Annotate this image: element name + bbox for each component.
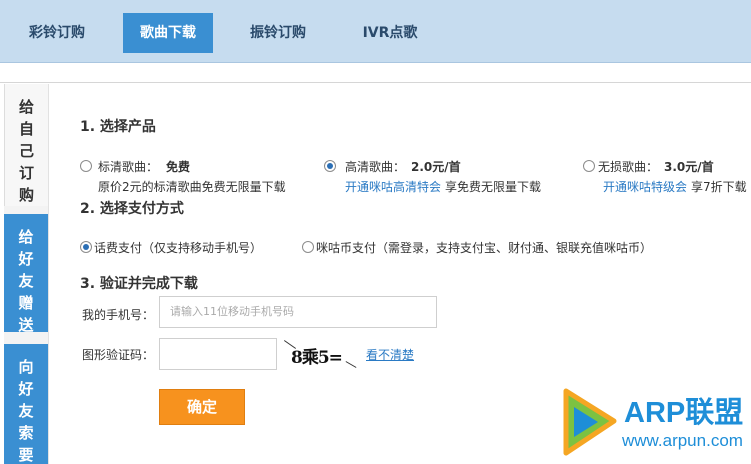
play-logo-icon xyxy=(563,388,617,456)
step1-title: 1. 选择产品 xyxy=(80,119,156,135)
side-tab-char: 要 xyxy=(18,446,34,464)
side-tab-char: 给 xyxy=(18,98,34,116)
side-tab-char: 向 xyxy=(18,358,34,376)
side-tab-char: 索 xyxy=(18,424,34,442)
logo-name: ARP联盟 xyxy=(624,397,744,429)
radio-lossless-song[interactable] xyxy=(583,160,595,172)
radio-migu-pay[interactable] xyxy=(302,241,314,253)
standard-song-label: 标清歌曲： xyxy=(98,160,159,174)
side-tab-self-order[interactable]: 给 自 己 订 购 xyxy=(4,84,48,206)
submit-button[interactable]: 确定 xyxy=(159,389,245,425)
lossless-song-price: 3.0元/首 xyxy=(664,160,714,174)
side-tab-char: 购 xyxy=(18,186,34,204)
migu-pay-label: 咪咕币支付（需登录，支持支付宝、财付通、银联充值咪咕币） xyxy=(316,241,653,255)
hd-song-price: 2.0元/首 xyxy=(411,160,461,174)
side-tab-char: 好 xyxy=(18,380,34,398)
tab-song-download[interactable]: 歌曲下载 xyxy=(123,13,213,53)
hd-song-desc: 享免费无限量下载 xyxy=(445,180,542,194)
lossless-song-desc: 享7折下载 xyxy=(691,180,747,194)
top-nav: 彩铃订购 歌曲下载 振铃订购 IVR点歌 xyxy=(0,0,751,63)
side-tab-char: 友 xyxy=(18,272,34,290)
side-tab-char: 自 xyxy=(18,120,34,138)
header-divider xyxy=(0,82,751,83)
radio-phone-pay[interactable] xyxy=(80,241,92,253)
side-tab-char: 好 xyxy=(18,250,34,268)
standard-song-desc: 原价2元的标清歌曲免费无限量下载 xyxy=(98,180,286,194)
phone-pay-label: 话费支付（仅支持移动手机号） xyxy=(94,241,263,255)
side-tab-char: 友 xyxy=(18,402,34,420)
captcha-image: 8乘5= xyxy=(281,338,361,370)
tab-ivr-song[interactable]: IVR点歌 xyxy=(344,13,436,53)
tab-ringtone-order[interactable]: 彩铃订购 xyxy=(10,13,104,53)
phone-label: 我的手机号： xyxy=(82,308,155,322)
arp-watermark-logo: ARP联盟 www.arpun.com xyxy=(550,383,748,461)
radio-hd-song[interactable] xyxy=(324,160,336,172)
refresh-captcha-link[interactable]: 看不清楚 xyxy=(366,346,414,363)
lossless-member-link[interactable]: 开通咪咕特级会 xyxy=(603,178,687,195)
side-tab-char: 送 xyxy=(18,316,34,334)
logo-url: www.arpun.com xyxy=(622,431,743,450)
side-tab-char: 赠 xyxy=(18,294,34,312)
captcha-input[interactable] xyxy=(159,338,277,370)
hd-song-label: 高清歌曲： xyxy=(345,160,406,174)
captcha-label: 图形验证码： xyxy=(82,348,155,362)
step3-title: 3. 验证并完成下载 xyxy=(80,276,198,292)
side-tab-char: 给 xyxy=(18,228,34,246)
captcha-text: 8乘5= xyxy=(291,348,343,368)
radio-standard-song[interactable] xyxy=(80,160,92,172)
tab-ring-order[interactable]: 振铃订购 xyxy=(232,13,324,53)
standard-song-price: 免费 xyxy=(166,160,191,174)
step2-title: 2. 选择支付方式 xyxy=(80,201,184,217)
side-tab-char: 己 xyxy=(18,142,34,160)
hd-member-link[interactable]: 开通咪咕高清特会 xyxy=(345,178,441,195)
lossless-song-label: 无损歌曲： xyxy=(598,160,659,174)
side-tab-char: 订 xyxy=(18,164,34,182)
phone-input[interactable]: 请输入11位移动手机号码 xyxy=(159,296,437,328)
side-tab-ask[interactable]: 向 好 友 索 要 xyxy=(4,344,48,464)
side-tab-gift[interactable]: 给 好 友 赠 送 xyxy=(4,214,48,334)
captcha-noise-line xyxy=(345,361,357,368)
